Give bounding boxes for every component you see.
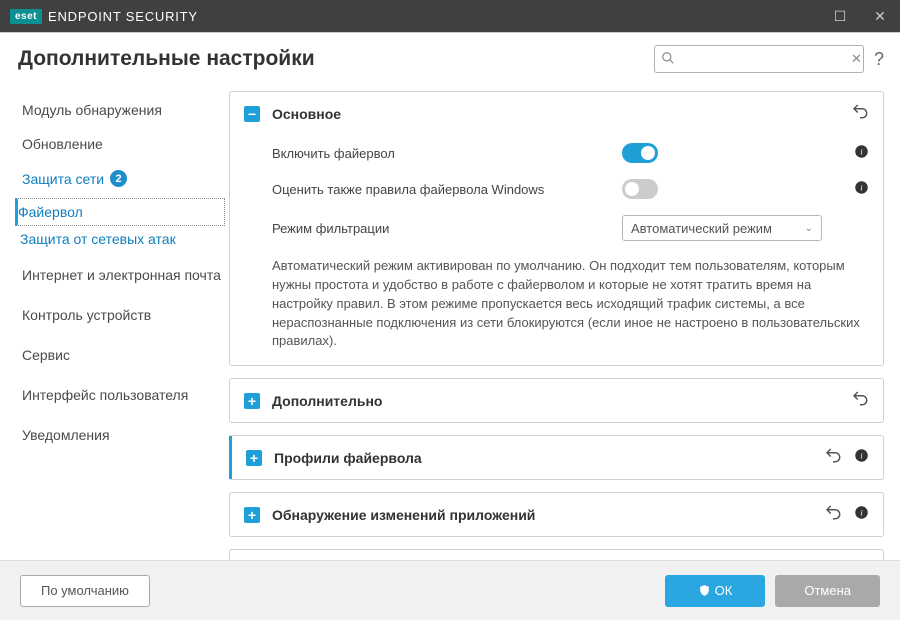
product-name: ENDPOINT SECURITY: [48, 9, 198, 24]
search-input[interactable]: [675, 52, 851, 67]
badge-count: 2: [110, 170, 127, 187]
revert-icon[interactable]: [851, 389, 869, 412]
shield-icon: [698, 584, 711, 597]
setting-windows-rules: Оценить также правила файервола Windows …: [272, 171, 869, 207]
toggle-enable-firewall[interactable]: [622, 143, 658, 163]
sidebar-item-device-control[interactable]: Контроль устройств: [18, 298, 225, 332]
panel-title[interactable]: Дополнительно: [272, 393, 839, 409]
revert-icon[interactable]: [851, 102, 869, 125]
eset-logo: eset: [10, 9, 42, 24]
setting-label: Режим фильтрации: [272, 221, 612, 236]
search-input-wrap[interactable]: ✕: [654, 45, 864, 73]
sidebar-item-update[interactable]: Обновление: [18, 127, 225, 161]
toggle-windows-rules[interactable]: [622, 179, 658, 199]
panel-title[interactable]: Профили файервола: [274, 450, 812, 466]
sidebar: Модуль обнаружения Обновление Защита сет…: [0, 85, 225, 565]
dropdown-value: Автоматический режим: [631, 221, 772, 236]
page-title: Дополнительные настройки: [18, 47, 315, 71]
revert-icon[interactable]: [824, 503, 842, 526]
ok-button[interactable]: ОК: [665, 575, 766, 607]
setting-label: Включить файервол: [272, 146, 612, 161]
titlebar: eset ENDPOINT SECURITY ☐ ✕: [0, 0, 900, 32]
clear-icon[interactable]: ✕: [851, 51, 862, 67]
window-controls: ☐ ✕: [820, 0, 900, 32]
sidebar-item-ui[interactable]: Интерфейс пользователя: [18, 378, 225, 412]
setting-enable-firewall: Включить файервол i: [272, 135, 869, 171]
sidebar-item-tools[interactable]: Сервис: [18, 338, 225, 372]
info-icon[interactable]: i: [854, 448, 869, 468]
info-icon[interactable]: i: [854, 144, 869, 163]
panel-advanced: + Дополнительно: [229, 378, 884, 423]
setting-label: Оценить также правила файервола Windows: [272, 182, 612, 197]
header: Дополнительные настройки ✕ ?: [0, 33, 900, 85]
expand-icon[interactable]: +: [246, 450, 262, 466]
expand-icon[interactable]: +: [244, 393, 260, 409]
content-area: − Основное Включить файервол i Оценить т…: [225, 85, 900, 565]
setting-filter-mode: Режим фильтрации Автоматический режим ⌄: [272, 207, 869, 249]
revert-icon[interactable]: [824, 446, 842, 469]
info-icon[interactable]: i: [854, 180, 869, 199]
info-icon[interactable]: i: [854, 505, 869, 525]
expand-icon[interactable]: +: [244, 507, 260, 523]
chevron-down-icon: ⌄: [805, 223, 813, 234]
footer: По умолчанию ОК Отмена: [0, 560, 900, 620]
sidebar-sub-firewall[interactable]: Файервол: [15, 198, 225, 226]
help-icon[interactable]: ?: [874, 49, 884, 70]
collapse-icon[interactable]: −: [244, 106, 260, 122]
ok-label: ОК: [715, 583, 733, 598]
sidebar-item-web-email[interactable]: Интернет и электронная почта: [18, 258, 225, 292]
cancel-button[interactable]: Отмена: [775, 575, 880, 607]
maximize-icon[interactable]: ☐: [820, 0, 860, 32]
sidebar-sub-network-attack[interactable]: Защита от сетевых атак: [18, 226, 225, 252]
panel-profiles: + Профили файервола i: [229, 435, 884, 480]
sidebar-item-notifications[interactable]: Уведомления: [18, 418, 225, 452]
sidebar-item-label: Защита сети: [22, 171, 104, 187]
panel-title[interactable]: Обнаружение изменений приложений: [272, 507, 812, 523]
defaults-button[interactable]: По умолчанию: [20, 575, 150, 607]
close-icon[interactable]: ✕: [860, 0, 900, 32]
panel-basic: − Основное Включить файервол i Оценить т…: [229, 91, 884, 366]
filter-mode-dropdown[interactable]: Автоматический режим ⌄: [622, 215, 822, 241]
panel-app-changes: + Обнаружение изменений приложений i: [229, 492, 884, 537]
panel-title: Основное: [272, 106, 839, 122]
search-icon: [661, 51, 675, 68]
sidebar-item-network-protection[interactable]: Защита сети 2: [18, 161, 225, 196]
filter-mode-description: Автоматический режим активирован по умол…: [272, 249, 869, 351]
sidebar-item-detection[interactable]: Модуль обнаружения: [18, 93, 225, 127]
